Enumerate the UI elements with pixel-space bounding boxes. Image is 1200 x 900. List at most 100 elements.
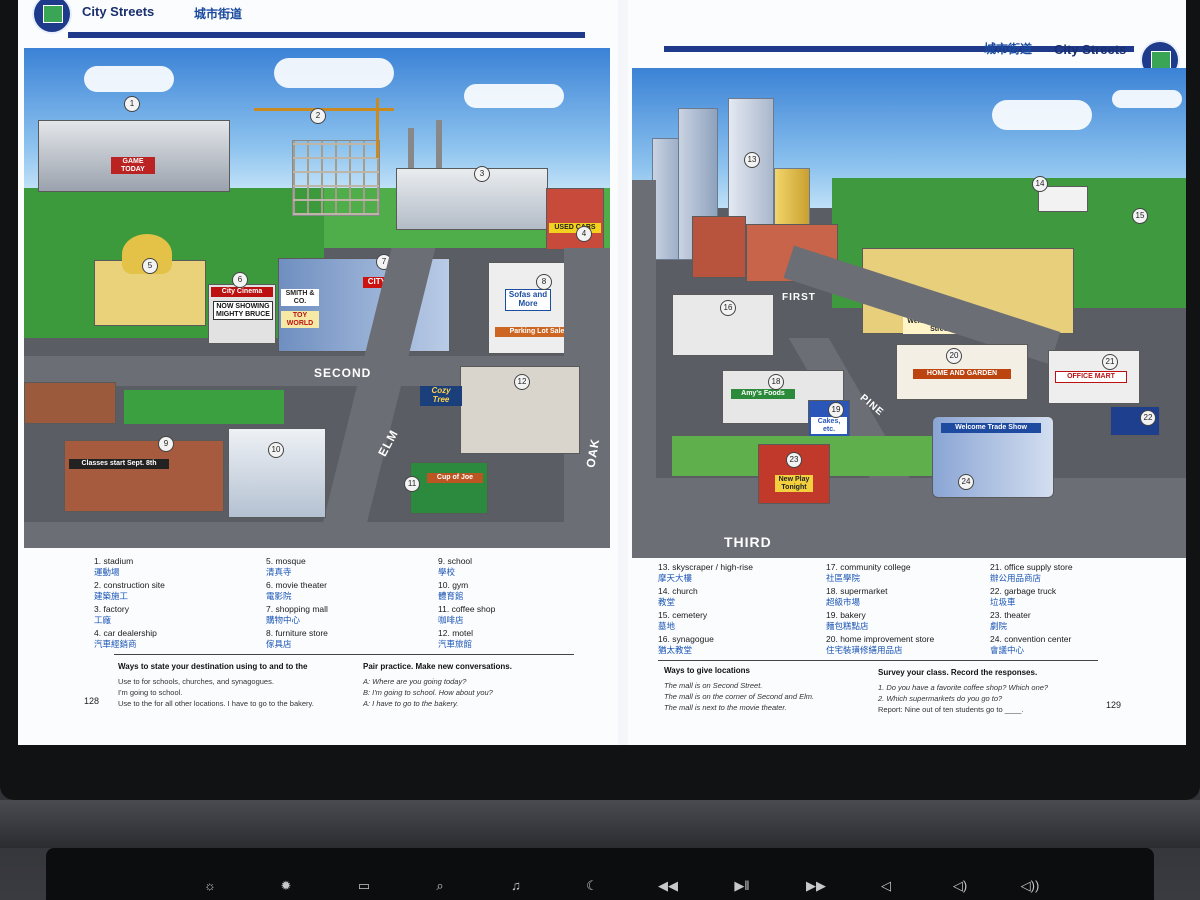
ways-title: Ways to state your destination using to …	[118, 662, 308, 671]
vocab-item: 6. movie theater 電影院	[266, 580, 327, 601]
construction-site	[292, 140, 380, 216]
do-not-disturb-icon[interactable]: ☾	[580, 878, 604, 894]
sofas-sign: Sofas and More	[505, 289, 551, 311]
survey-line: Report: Nine out of ten students go to _…	[878, 705, 1024, 714]
vocab-item: 4. car dealership 汽車經銷商	[94, 628, 157, 649]
brightness-up-icon[interactable]: ✹	[274, 878, 298, 894]
pair-line: A: Where are you going today?	[363, 677, 467, 686]
pair-title: Pair practice. Make new conversations.	[363, 662, 512, 671]
welcome-trade-sign: Welcome Trade Show	[941, 423, 1041, 433]
right-header-title: City Streets	[1054, 42, 1127, 57]
vocab-item: 8. furniture store 傢具店	[266, 628, 328, 649]
vocab-item: 18. supermarket 超級市場	[826, 586, 888, 607]
laptop: City Streets 城市街道 GAME TODAY 1 2 3 USED …	[0, 0, 1200, 900]
toy-world-sign: TOY WORLD	[281, 311, 319, 329]
left-city-illustration: GAME TODAY 1 2 3 USED CARS 4 5 City Cine…	[24, 48, 610, 548]
cloud	[1112, 90, 1182, 108]
locations-title: Ways to give locations	[664, 666, 750, 675]
car-dealership: USED CARS	[546, 188, 604, 250]
label-18: 18	[768, 374, 784, 390]
vocab-item: 14. church 教堂	[658, 586, 698, 607]
cloud	[84, 66, 174, 92]
factory	[396, 168, 548, 230]
label-5: 5	[142, 258, 158, 274]
city-cinema-sign: City Cinema	[211, 287, 273, 297]
mission-control-icon[interactable]: ▭	[352, 878, 376, 894]
city-icon	[32, 0, 72, 34]
rewind-icon[interactable]: ◀◀	[652, 878, 684, 894]
search-icon[interactable]: ⌕	[428, 878, 452, 894]
label-19: 19	[828, 402, 844, 418]
cloud	[992, 100, 1092, 130]
office-mart-sign: OFFICE MART	[1055, 371, 1127, 383]
vocab-item: 9. school 學校	[438, 556, 473, 577]
locations-line: The mall is next to the movie theater.	[664, 703, 787, 712]
fast-forward-icon[interactable]: ▶▶	[800, 878, 832, 894]
volume-up-icon[interactable]: ◁))	[1012, 878, 1048, 894]
street-label-second: SECOND	[314, 366, 372, 380]
used-cars-sign: USED CARS	[549, 223, 601, 233]
label-14: 14	[1032, 176, 1048, 192]
brightness-down-icon[interactable]: ☼	[198, 878, 222, 893]
convention-center: Welcome Trade Show	[932, 416, 1054, 498]
label-2: 2	[310, 108, 326, 124]
label-16: 16	[720, 300, 736, 316]
dictation-icon[interactable]: ♫	[504, 878, 528, 893]
label-20: 20	[946, 348, 962, 364]
movie-theater: City Cinema NOW SHOWING MIGHTY BRUCE	[208, 284, 276, 344]
screen: City Streets 城市街道 GAME TODAY 1 2 3 USED …	[18, 0, 1186, 745]
crane	[376, 98, 379, 158]
label-23: 23	[786, 452, 802, 468]
third-street	[632, 478, 1186, 558]
right-city-illustration: 13 14 15 16 Welcome to Central Street 17	[632, 68, 1186, 558]
vocab-item: 23. theater 劇院	[990, 610, 1031, 631]
cup-of-joe-sign: Cup of Joe	[427, 473, 483, 483]
pair-line: A: I have to go to the bakery.	[363, 699, 459, 708]
pair-line: B: I'm going to school. How about you?	[363, 688, 493, 697]
left-page: City Streets 城市街道 GAME TODAY 1 2 3 USED …	[18, 0, 618, 745]
vocab-item: 22. garbage truck 垃圾車	[990, 586, 1057, 607]
survey-title: Survey your class. Record the responses.	[878, 668, 1038, 677]
vocab-item: 20. home improvement store 住宅裝璜修繕用品店	[826, 634, 935, 655]
smokestack	[408, 128, 414, 168]
amys-foods-sign: Amy's Foods	[731, 389, 795, 399]
volume-down-icon[interactable]: ◁)	[944, 878, 976, 894]
game-today-sign: GAME TODAY	[111, 157, 155, 175]
label-10: 10	[268, 442, 284, 458]
vocab-item: 10. gym 體育館	[438, 580, 469, 601]
vocab-item: 1. stadium 運動場	[94, 556, 134, 577]
label-12: 12	[514, 374, 530, 390]
label-21: 21	[1102, 354, 1118, 370]
now-showing-sign: NOW SHOWING MIGHTY BRUCE	[213, 301, 273, 321]
vocab-item: 15. cemetery 墓地	[658, 610, 708, 631]
mute-icon[interactable]: ◁	[874, 878, 898, 894]
home-garden-sign: HOME AND GARDEN	[913, 369, 1011, 379]
label-4: 4	[576, 226, 592, 242]
label-6: 6	[232, 272, 248, 288]
church	[1038, 186, 1088, 212]
school-field	[124, 390, 284, 424]
cakes-sign: Cakes, etc.	[811, 417, 847, 435]
vocab-item: 21. office supply store 辦公用品商店	[990, 562, 1073, 583]
page-number-left: 128	[84, 696, 100, 706]
school: Classes start Sept. 8th	[64, 440, 224, 512]
new-play-sign: New Play Tonight	[775, 475, 813, 493]
locations-line: The mall is on Second Street.	[664, 681, 763, 690]
divider	[658, 660, 1098, 661]
vocab-item: 13. skyscraper / high-rise 摩天大樓	[658, 562, 753, 583]
play-pause-icon[interactable]: ▶‖	[726, 878, 758, 894]
label-8: 8	[536, 274, 552, 290]
street-label-third: THIRD	[724, 534, 772, 550]
left-header-rule	[68, 32, 585, 38]
cloud	[274, 58, 394, 88]
vocab-item: 2. construction site 建築施工	[94, 580, 165, 601]
office-supply-store: OFFICE MART	[1048, 350, 1140, 404]
vocab-item: 17. community college 社區學院	[826, 562, 911, 583]
vocab-item: 3. factory 工廠	[94, 604, 129, 625]
cozy-tree-sign: Cozy Tree	[420, 386, 462, 406]
label-15: 15	[1132, 208, 1148, 224]
vocab-item: 7. shopping mall 購物中心	[266, 604, 328, 625]
vocab-item: 19. bakery 麵包糕點店	[826, 610, 869, 631]
cloud	[464, 84, 564, 108]
screen-bezel: City Streets 城市街道 GAME TODAY 1 2 3 USED …	[0, 0, 1200, 800]
